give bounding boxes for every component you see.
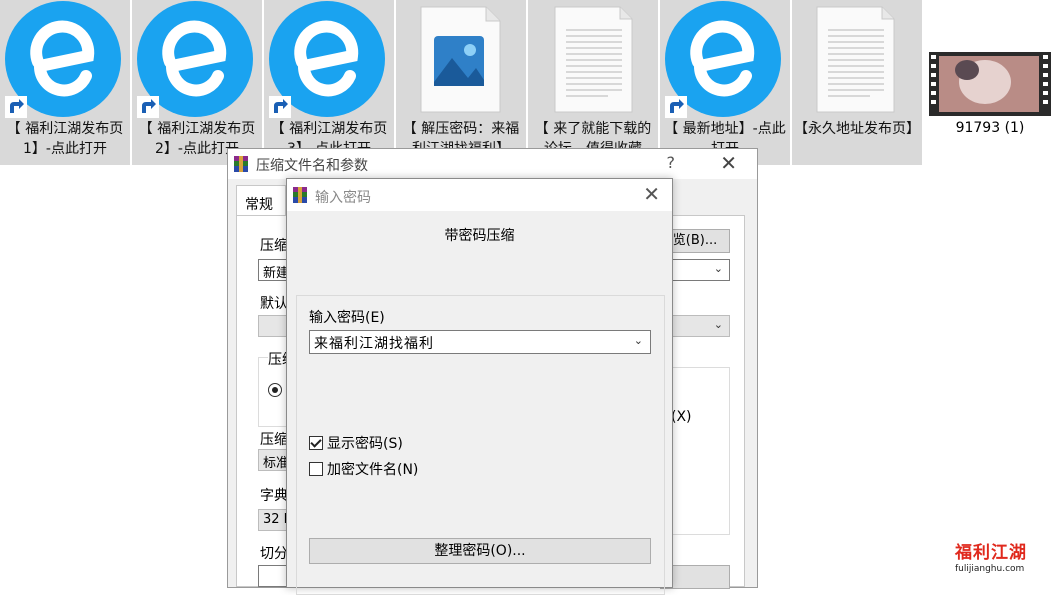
chevron-down-icon[interactable]: ⌄ [714, 318, 723, 331]
help-button[interactable]: ? [667, 153, 676, 172]
desktop-file-6[interactable]: 【 最新地址】-点此打开 [660, 0, 790, 165]
file-caption: 【 福利江湖发布页1】-点此打开 [6, 121, 124, 157]
desktop-file-2[interactable]: 【 福利江湖发布页2】-点此打开 [132, 0, 262, 165]
file-caption: 91793 (1) [955, 120, 1025, 136]
archive-window-title: 压缩文件名和参数 [256, 158, 368, 174]
split-volumes-label: 切分 [260, 546, 288, 562]
desktop-file-strip: 【 福利江湖发布页1】-点此打开 【 福利江湖发布页2】-点此打开 【 福利江湖… [0, 0, 922, 165]
radio-rar[interactable] [268, 383, 282, 397]
show-password-label: 显示密码(S) [327, 436, 403, 452]
show-password-checkbox[interactable] [309, 436, 323, 450]
text-document-icon [554, 6, 633, 113]
dictionary-size-label: 字典 [260, 488, 288, 504]
shortcut-arrow-icon [665, 96, 687, 118]
enter-password-dialog: 输入密码 ✕ 带密码压缩 输入密码(E) 来福利江湖找福利 ⌄ 显示密码(S) … [286, 178, 673, 595]
close-icon[interactable]: ✕ [720, 151, 737, 175]
encrypt-filenames-option[interactable]: 加密文件名(N) [309, 459, 418, 479]
watermark-logo: 福利江湖 fulijianghu.com [955, 538, 1055, 580]
encrypt-filenames-label: 加密文件名(N) [327, 462, 419, 478]
desktop-file-1[interactable]: 【 福利江湖发布页1】-点此打开 [0, 0, 130, 165]
password-dialog-heading: 带密码压缩 [444, 228, 515, 244]
desktop-file-8[interactable]: 91793 (1) [923, 0, 1057, 145]
desktop-file-7[interactable]: 【永久地址发布页】 [792, 0, 922, 165]
close-icon[interactable]: ✕ [643, 182, 660, 206]
desktop-file-5[interactable]: 【 来了就能下载的论坛，值得收藏 [528, 0, 658, 165]
encrypt-filenames-checkbox[interactable] [309, 462, 323, 476]
tab-general[interactable]: 常规 [236, 185, 286, 215]
winrar-icon [293, 187, 307, 203]
shortcut-arrow-icon [5, 96, 27, 118]
archive-window-titlebar[interactable]: 压缩文件名和参数 ? ✕ [228, 149, 757, 179]
password-field[interactable]: 来福利江湖找福利 ⌄ [309, 330, 651, 354]
organize-passwords-button[interactable]: 整理密码(O)... [309, 538, 651, 564]
winrar-icon [234, 156, 248, 172]
text-document-icon [816, 6, 895, 113]
archive-name-label: 压缩 [260, 238, 288, 254]
shortcut-arrow-icon [137, 96, 159, 118]
compression-method-label: 压缩 [260, 432, 288, 448]
file-caption: 【永久地址发布页】 [794, 121, 920, 137]
default-profile-label: 默认 [260, 296, 288, 312]
enter-password-label: 输入密码(E) [309, 310, 385, 326]
password-dialog-title: 输入密码 [315, 190, 371, 206]
image-file-icon [420, 6, 501, 113]
desktop-file-4[interactable]: 【 解压密码：来福利江湖找福利】 [396, 0, 526, 165]
chevron-down-icon[interactable]: ⌄ [634, 334, 644, 347]
watermark-title: 福利江湖 [955, 543, 1027, 563]
show-password-option[interactable]: 显示密码(S) [309, 433, 403, 453]
option-partial-label: (X) [671, 409, 692, 425]
password-value: 来福利江湖找福利 [314, 336, 434, 352]
desktop-file-3[interactable]: 【 福利江湖发布页3】-点此打开 [264, 0, 394, 165]
watermark-url: fulijianghu.com [955, 564, 1025, 574]
shortcut-arrow-icon [269, 96, 291, 118]
video-thumbnail-icon [929, 52, 1051, 116]
chevron-down-icon[interactable]: ⌄ [714, 262, 723, 275]
password-dialog-titlebar[interactable]: 输入密码 ✕ [287, 179, 672, 211]
